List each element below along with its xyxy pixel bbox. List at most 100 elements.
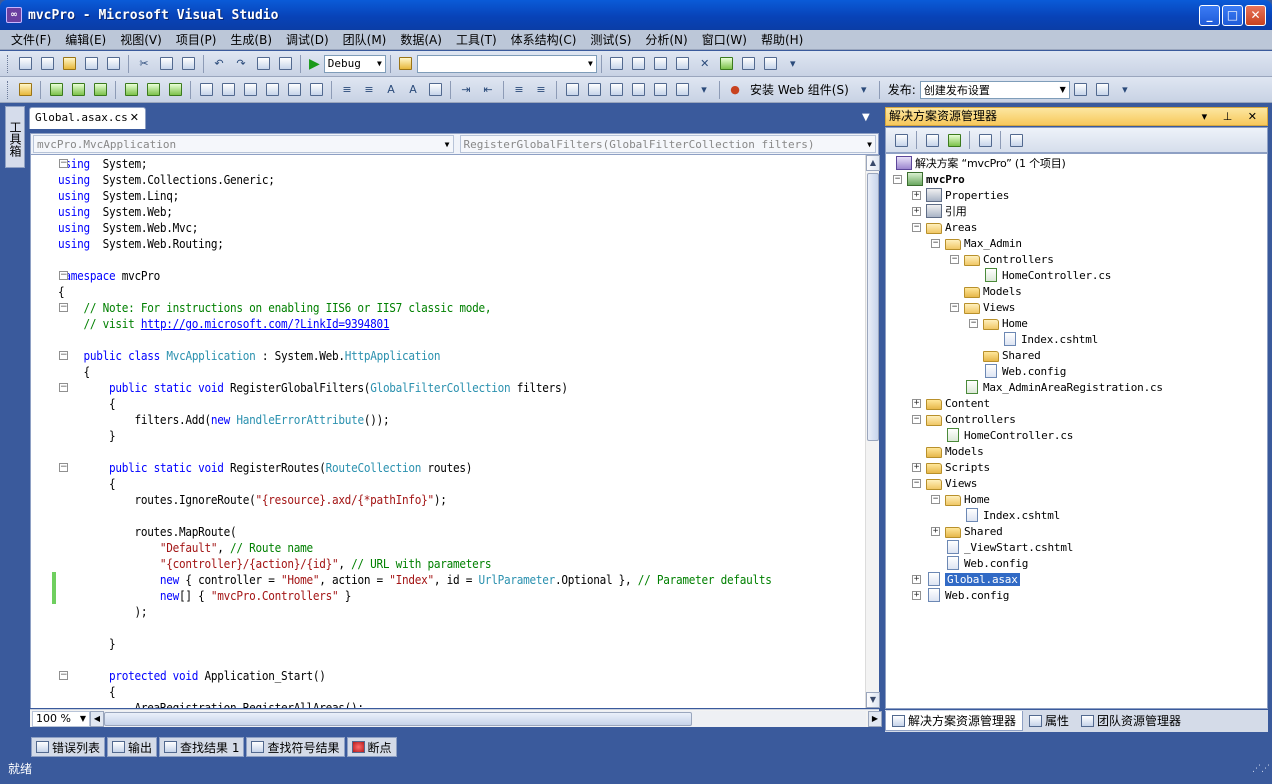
start-debugging-icon[interactable]: ▶	[309, 56, 320, 72]
insert-row-icon[interactable]	[219, 81, 237, 99]
redo-icon[interactable]: ↷	[232, 55, 250, 73]
class-diagram-icon[interactable]	[1007, 131, 1025, 149]
bookmark-prev-folder-icon[interactable]	[629, 81, 647, 99]
maximize-button[interactable]: □	[1222, 5, 1243, 26]
menu-item-9[interactable]: 体系结构(C)	[504, 30, 584, 50]
bottom-tab-3[interactable]: 查找符号结果	[246, 737, 345, 757]
navigate-backward-icon[interactable]	[254, 55, 272, 73]
minimize-button[interactable]: _	[1199, 5, 1220, 26]
menu-item-1[interactable]: 编辑(E)	[58, 30, 113, 50]
menu-item-2[interactable]: 视图(V)	[113, 30, 169, 50]
toolbar-options-icon[interactable]: ▾	[695, 81, 713, 99]
tree-item[interactable]: + Web.config	[912, 587, 1009, 603]
tree-item[interactable]: − Home	[931, 491, 990, 507]
install-web-components-button[interactable]: 安装 Web 组件(S)	[746, 81, 853, 98]
tree-item[interactable]: 解决方案 “mvcPro” (1 个项目)	[896, 155, 1066, 171]
tree-item[interactable]: − Home	[969, 315, 1028, 331]
bookmark-prev-icon[interactable]	[585, 81, 603, 99]
web-components-icon[interactable]: ●	[726, 81, 744, 99]
menu-item-5[interactable]: 调试(D)	[279, 30, 336, 50]
tree-item[interactable]: − mvcPro	[893, 171, 965, 187]
publish-settings-icon[interactable]	[1094, 81, 1112, 99]
scroll-thumb[interactable]	[867, 173, 879, 441]
tab-global-asax-cs[interactable]: Global.asax.cs ✕	[29, 107, 146, 129]
toolbox-tab[interactable]: 工具箱	[5, 106, 25, 168]
resize-grip-icon[interactable]: ⋰⋰	[1252, 765, 1270, 780]
collapse-icon[interactable]: −	[969, 318, 978, 328]
toolbar-options-icon[interactable]: ▾	[784, 55, 802, 73]
menu-item-4[interactable]: 生成(B)	[223, 30, 279, 50]
toolbar-options-icon[interactable]: ▾	[1116, 81, 1134, 99]
code-editor[interactable]: using System; − using System.Collections.G…	[30, 155, 865, 708]
tree-item[interactable]: + Global.asax	[912, 571, 1020, 587]
show-all-files-icon[interactable]	[923, 131, 941, 149]
bookmark-clear-icon[interactable]	[673, 81, 691, 99]
expand-icon[interactable]: +	[912, 462, 921, 472]
active-files-dropdown-icon[interactable]: ▼	[862, 112, 870, 123]
tree-item[interactable]: + Shared	[931, 523, 1003, 539]
collapse-icon[interactable]: −	[931, 238, 940, 248]
scroll-down-icon[interactable]: ▼	[866, 692, 880, 708]
collapse-icon[interactable]: −	[893, 174, 902, 184]
format-block-icon[interactable]	[426, 81, 444, 99]
types-dropdown[interactable]: mvcPro.MvcApplication ▼	[33, 135, 454, 153]
step-into-icon[interactable]	[47, 81, 65, 99]
merge-cells-icon[interactable]	[263, 81, 281, 99]
collapse-region-icon[interactable]: −	[59, 271, 68, 280]
panel-controls[interactable]: ▾ ⊥ ✕	[1202, 108, 1263, 125]
collapse-region-icon[interactable]: −	[59, 671, 68, 680]
properties-icon[interactable]	[892, 131, 910, 149]
scroll-up-icon[interactable]: ▲	[866, 155, 880, 171]
right-tab-2[interactable]: 团队资源管理器	[1075, 711, 1187, 731]
collapse-region-icon[interactable]: −	[59, 351, 68, 360]
zoom-select[interactable]: 100 % ▼	[32, 710, 90, 727]
add-item-icon[interactable]	[38, 55, 56, 73]
navigate-forward-icon[interactable]	[276, 55, 294, 73]
find-combo[interactable]: ▼	[416, 54, 597, 73]
scroll-left-icon[interactable]: ◀	[90, 710, 104, 727]
members-dropdown[interactable]: RegisterGlobalFilters(GlobalFilterCollec…	[459, 135, 876, 153]
toolbar-grip[interactable]	[7, 80, 11, 99]
command-window-icon[interactable]	[762, 55, 780, 73]
tree-item[interactable]: Web.config	[931, 555, 1028, 571]
toolbar-grip[interactable]	[7, 54, 11, 73]
open-file-icon[interactable]	[60, 55, 78, 73]
outdent-icon[interactable]: ⇤	[479, 81, 497, 99]
html-split-icon[interactable]	[166, 81, 184, 99]
tree-item[interactable]: HomeController.cs	[969, 267, 1111, 283]
tree-item[interactable]: − Views	[950, 299, 1015, 315]
collapse-icon[interactable]: −	[912, 478, 921, 488]
right-tab-1[interactable]: 属性	[1023, 711, 1075, 731]
toolbar-options-icon[interactable]: ▾	[855, 81, 873, 99]
edit-icon[interactable]	[16, 81, 34, 99]
tree-item[interactable]: HomeController.cs	[931, 427, 1073, 443]
tree-item[interactable]: + Scripts	[912, 459, 990, 475]
properties-icon[interactable]	[630, 55, 648, 73]
solution-configuration-select[interactable]: Debug ▼	[323, 54, 386, 73]
right-tab-0[interactable]: 解决方案资源管理器	[885, 711, 1024, 731]
menu-item-13[interactable]: 帮助(H)	[754, 30, 810, 50]
comment-icon[interactable]: ≡	[510, 81, 528, 99]
align-center-icon[interactable]: ≡	[360, 81, 378, 99]
code-token[interactable]: http://go.microsoft.com/?LinkId=9394801	[141, 317, 390, 331]
collapse-region-icon[interactable]: −	[59, 463, 68, 472]
expand-icon[interactable]: +	[912, 590, 921, 600]
menu-item-0[interactable]: 文件(F)	[4, 30, 58, 50]
tree-item[interactable]: _ViewStart.cshtml	[931, 539, 1073, 555]
scroll-right-icon[interactable]: ▶	[868, 710, 882, 727]
bookmark-next-icon[interactable]	[607, 81, 625, 99]
menu-item-8[interactable]: 工具(T)	[449, 30, 504, 50]
editor-vertical-scrollbar[interactable]: ▲ ▼	[865, 155, 880, 708]
split-cells-icon[interactable]	[285, 81, 303, 99]
collapse-icon[interactable]: −	[912, 222, 921, 232]
delete-table-icon[interactable]	[307, 81, 325, 99]
tree-item[interactable]: − Views	[912, 475, 977, 491]
collapse-region-icon[interactable]: −	[59, 303, 68, 312]
indent-icon[interactable]: ⇥	[457, 81, 475, 99]
new-project-icon[interactable]	[16, 55, 34, 73]
bottom-tab-0[interactable]: 错误列表	[31, 737, 106, 757]
menu-item-3[interactable]: 项目(P)	[169, 30, 224, 50]
bottom-tab-4[interactable]: 断点	[346, 737, 397, 757]
menu-item-6[interactable]: 团队(M)	[336, 30, 394, 50]
collapse-region-icon[interactable]: −	[59, 159, 68, 168]
